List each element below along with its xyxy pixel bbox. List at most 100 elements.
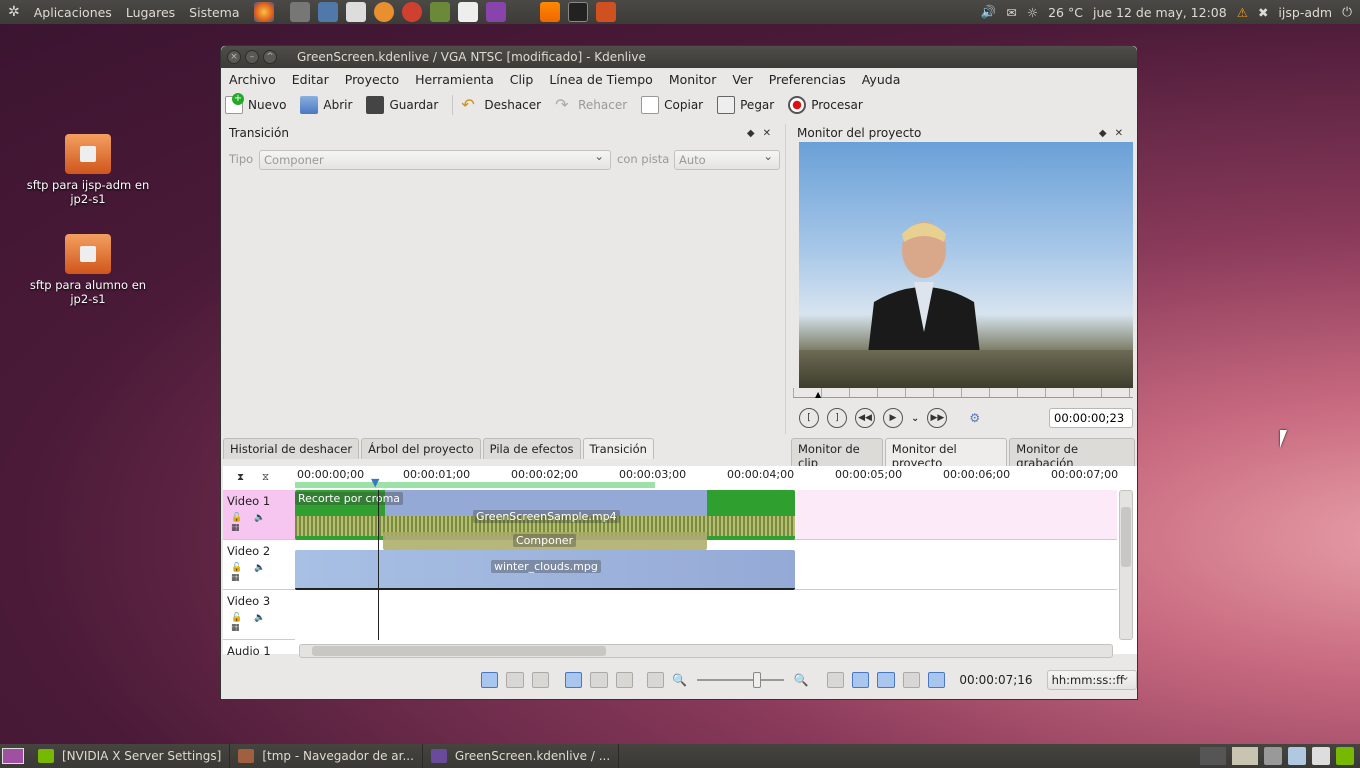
menu-editar[interactable]: Editar bbox=[284, 72, 337, 87]
task-file-browser[interactable]: [tmp - Navegador de ar... bbox=[230, 744, 423, 768]
zoom-out-icon[interactable]: 🔍 bbox=[672, 673, 687, 687]
weather-icon[interactable]: ☼ bbox=[1027, 5, 1038, 20]
power-icon[interactable]: ⏻ bbox=[1342, 4, 1352, 20]
scrollbar-thumb[interactable] bbox=[1121, 507, 1131, 567]
track-header-audio1[interactable]: Audio 1 bbox=[223, 640, 295, 660]
user-name[interactable]: ijsp-adm bbox=[1278, 5, 1332, 20]
tab-arbol-proyecto[interactable]: Árbol del proyecto bbox=[361, 438, 481, 459]
monitor-position-ruler[interactable]: ▲ bbox=[793, 388, 1133, 399]
spacer-tool-icon[interactable] bbox=[615, 672, 634, 688]
tab-historial[interactable]: Historial de deshacer bbox=[223, 438, 360, 459]
menu-aplicaciones[interactable]: Aplicaciones bbox=[34, 5, 112, 20]
menu-clip[interactable]: Clip bbox=[502, 72, 542, 87]
rewind-icon[interactable]: ◀◀ bbox=[855, 408, 875, 428]
launcher-icon-6[interactable] bbox=[430, 2, 450, 22]
horizontal-scrollbar[interactable] bbox=[299, 644, 1113, 658]
firefox-icon[interactable] bbox=[253, 2, 274, 22]
play-options-chevron-icon[interactable]: ⌄ bbox=[911, 413, 919, 424]
menu-ver[interactable]: Ver bbox=[724, 72, 760, 87]
scrollbar-thumb[interactable] bbox=[312, 646, 606, 656]
forward-icon[interactable]: ▶▶ bbox=[927, 408, 948, 428]
close-window-icon[interactable]: × bbox=[227, 50, 241, 64]
trash-icon[interactable] bbox=[1264, 747, 1282, 765]
menu-preferencias[interactable]: Preferencias bbox=[761, 72, 854, 87]
menu-archivo[interactable]: Archivo bbox=[221, 72, 284, 87]
maximize-window-icon[interactable]: ^ bbox=[263, 50, 277, 64]
track-lock-mute-hide-icons[interactable]: 🔓🔈▦ bbox=[231, 563, 295, 583]
launcher-icon-3[interactable] bbox=[346, 2, 366, 22]
undo-button[interactable]: ↶ Deshacer bbox=[461, 96, 541, 114]
menu-linea-de-tiempo[interactable]: Línea de Tiempo bbox=[541, 72, 660, 87]
open-button[interactable]: Abrir bbox=[300, 96, 352, 114]
minimize-window-icon[interactable]: – bbox=[245, 50, 259, 64]
track-area-video3[interactable] bbox=[295, 590, 1117, 640]
workspace-switcher[interactable] bbox=[1200, 747, 1354, 765]
monitor-settings-icon[interactable]: ⚙ bbox=[969, 411, 980, 425]
launcher-icon-7[interactable] bbox=[458, 2, 478, 22]
fit-zoom-icon[interactable] bbox=[647, 672, 665, 688]
monitor-overlay-icon[interactable] bbox=[902, 672, 921, 688]
monitor-timecode[interactable]: 00:00:00;23 bbox=[1049, 408, 1133, 428]
terminal-icon[interactable] bbox=[568, 2, 588, 22]
collapse-tracks-icon[interactable]: ⧗ bbox=[237, 472, 262, 483]
launcher-icon-4[interactable] bbox=[374, 2, 394, 22]
razor-tool-icon[interactable] bbox=[590, 672, 608, 688]
zoom-in-icon[interactable]: 🔍 bbox=[794, 673, 809, 687]
workspace-1[interactable] bbox=[1200, 747, 1226, 765]
play-icon[interactable]: ▶ bbox=[883, 408, 903, 428]
selection-tool-icon[interactable] bbox=[565, 672, 583, 688]
track-header-video3[interactable]: Video 3 🔓🔈▦ bbox=[223, 590, 295, 640]
clock[interactable]: jue 12 de may, 12:08 bbox=[1093, 5, 1227, 20]
desktop-icon-sftp-ijsp[interactable]: sftp para ijsp-adm en jp2-s1 bbox=[18, 134, 158, 206]
paste-button[interactable]: Pegar bbox=[717, 96, 774, 114]
warning-icon[interactable]: ⚠ bbox=[1237, 5, 1248, 20]
markers-icon[interactable] bbox=[531, 672, 550, 688]
desktop-icon-sftp-alumno[interactable]: sftp para alumno en jp2-s1 bbox=[18, 234, 158, 306]
menu-herramienta[interactable]: Herramienta bbox=[407, 72, 502, 87]
new-button[interactable]: + Nuevo bbox=[225, 93, 286, 114]
zoom-slider[interactable] bbox=[697, 672, 784, 688]
video-thumbnails-icon[interactable] bbox=[481, 672, 499, 688]
track-header-video2[interactable]: Video 2 🔓🔈▦ bbox=[223, 540, 295, 590]
show-markers-icon[interactable] bbox=[826, 672, 844, 688]
menu-proyecto[interactable]: Proyecto bbox=[337, 72, 407, 87]
vlc-icon[interactable] bbox=[540, 2, 560, 22]
weather-text[interactable]: 26 °C bbox=[1048, 5, 1083, 20]
ripple-icon[interactable] bbox=[928, 672, 946, 688]
mail-icon[interactable]: ✉ bbox=[1006, 5, 1016, 20]
pista-select[interactable]: Auto bbox=[674, 149, 780, 170]
launcher-icon-1[interactable] bbox=[290, 2, 310, 22]
menu-ayuda[interactable]: Ayuda bbox=[854, 72, 909, 87]
track-lock-mute-hide-icons[interactable]: 🔓🔈▦ bbox=[231, 513, 295, 533]
tipo-select[interactable]: Componer bbox=[259, 149, 611, 170]
task-nvidia[interactable]: [NVIDIA X Server Settings] bbox=[30, 744, 231, 768]
workspace-2[interactable] bbox=[1232, 747, 1258, 765]
redo-button[interactable]: ↷ Rehacer bbox=[555, 96, 627, 114]
ubuntu-logo-icon[interactable]: ✲ bbox=[8, 4, 20, 20]
copy-button[interactable]: Copiar bbox=[641, 96, 703, 114]
tab-pila-efectos[interactable]: Pila de efectos bbox=[482, 438, 581, 459]
launcher-icon-2[interactable] bbox=[318, 2, 338, 22]
tab-transicion[interactable]: Transición bbox=[582, 438, 654, 459]
kdenlive-icon[interactable] bbox=[486, 2, 506, 22]
playhead-icon[interactable]: ▼ bbox=[371, 476, 379, 489]
file-manager-icon[interactable] bbox=[596, 2, 616, 22]
track-lock-mute-hide-icons[interactable]: 🔓🔈▦ bbox=[231, 613, 295, 633]
timeline-cursor-line[interactable] bbox=[378, 490, 379, 640]
timeline-ruler[interactable]: 00:00:00;00 00:00:01;00 00:00:02;00 00:0… bbox=[295, 468, 1135, 490]
volume-icon[interactable]: 🔊 bbox=[981, 4, 997, 20]
monitor-video-frame[interactable] bbox=[799, 142, 1133, 388]
nvidia-tray-icon[interactable] bbox=[1336, 747, 1354, 765]
split-audio-icon[interactable] bbox=[877, 672, 895, 688]
track-header-video1[interactable]: Video 1 🔓🔈▦ bbox=[223, 490, 295, 540]
user-icon[interactable]: ✖ bbox=[1258, 5, 1268, 20]
zoom-slider-handle[interactable] bbox=[753, 672, 762, 688]
set-zone-start-icon[interactable]: [ bbox=[799, 408, 819, 428]
menu-sistema[interactable]: Sistema bbox=[189, 5, 239, 20]
set-zone-end-icon[interactable]: ] bbox=[827, 408, 847, 428]
notes-icon[interactable] bbox=[1288, 747, 1306, 765]
panel-float-close-icons[interactable]: ◆✕ bbox=[747, 128, 779, 139]
panel-float-close-icons[interactable]: ◆✕ bbox=[1099, 128, 1131, 139]
expand-tracks-icon[interactable]: ⧖ bbox=[262, 472, 287, 483]
menu-lugares[interactable]: Lugares bbox=[126, 5, 175, 20]
